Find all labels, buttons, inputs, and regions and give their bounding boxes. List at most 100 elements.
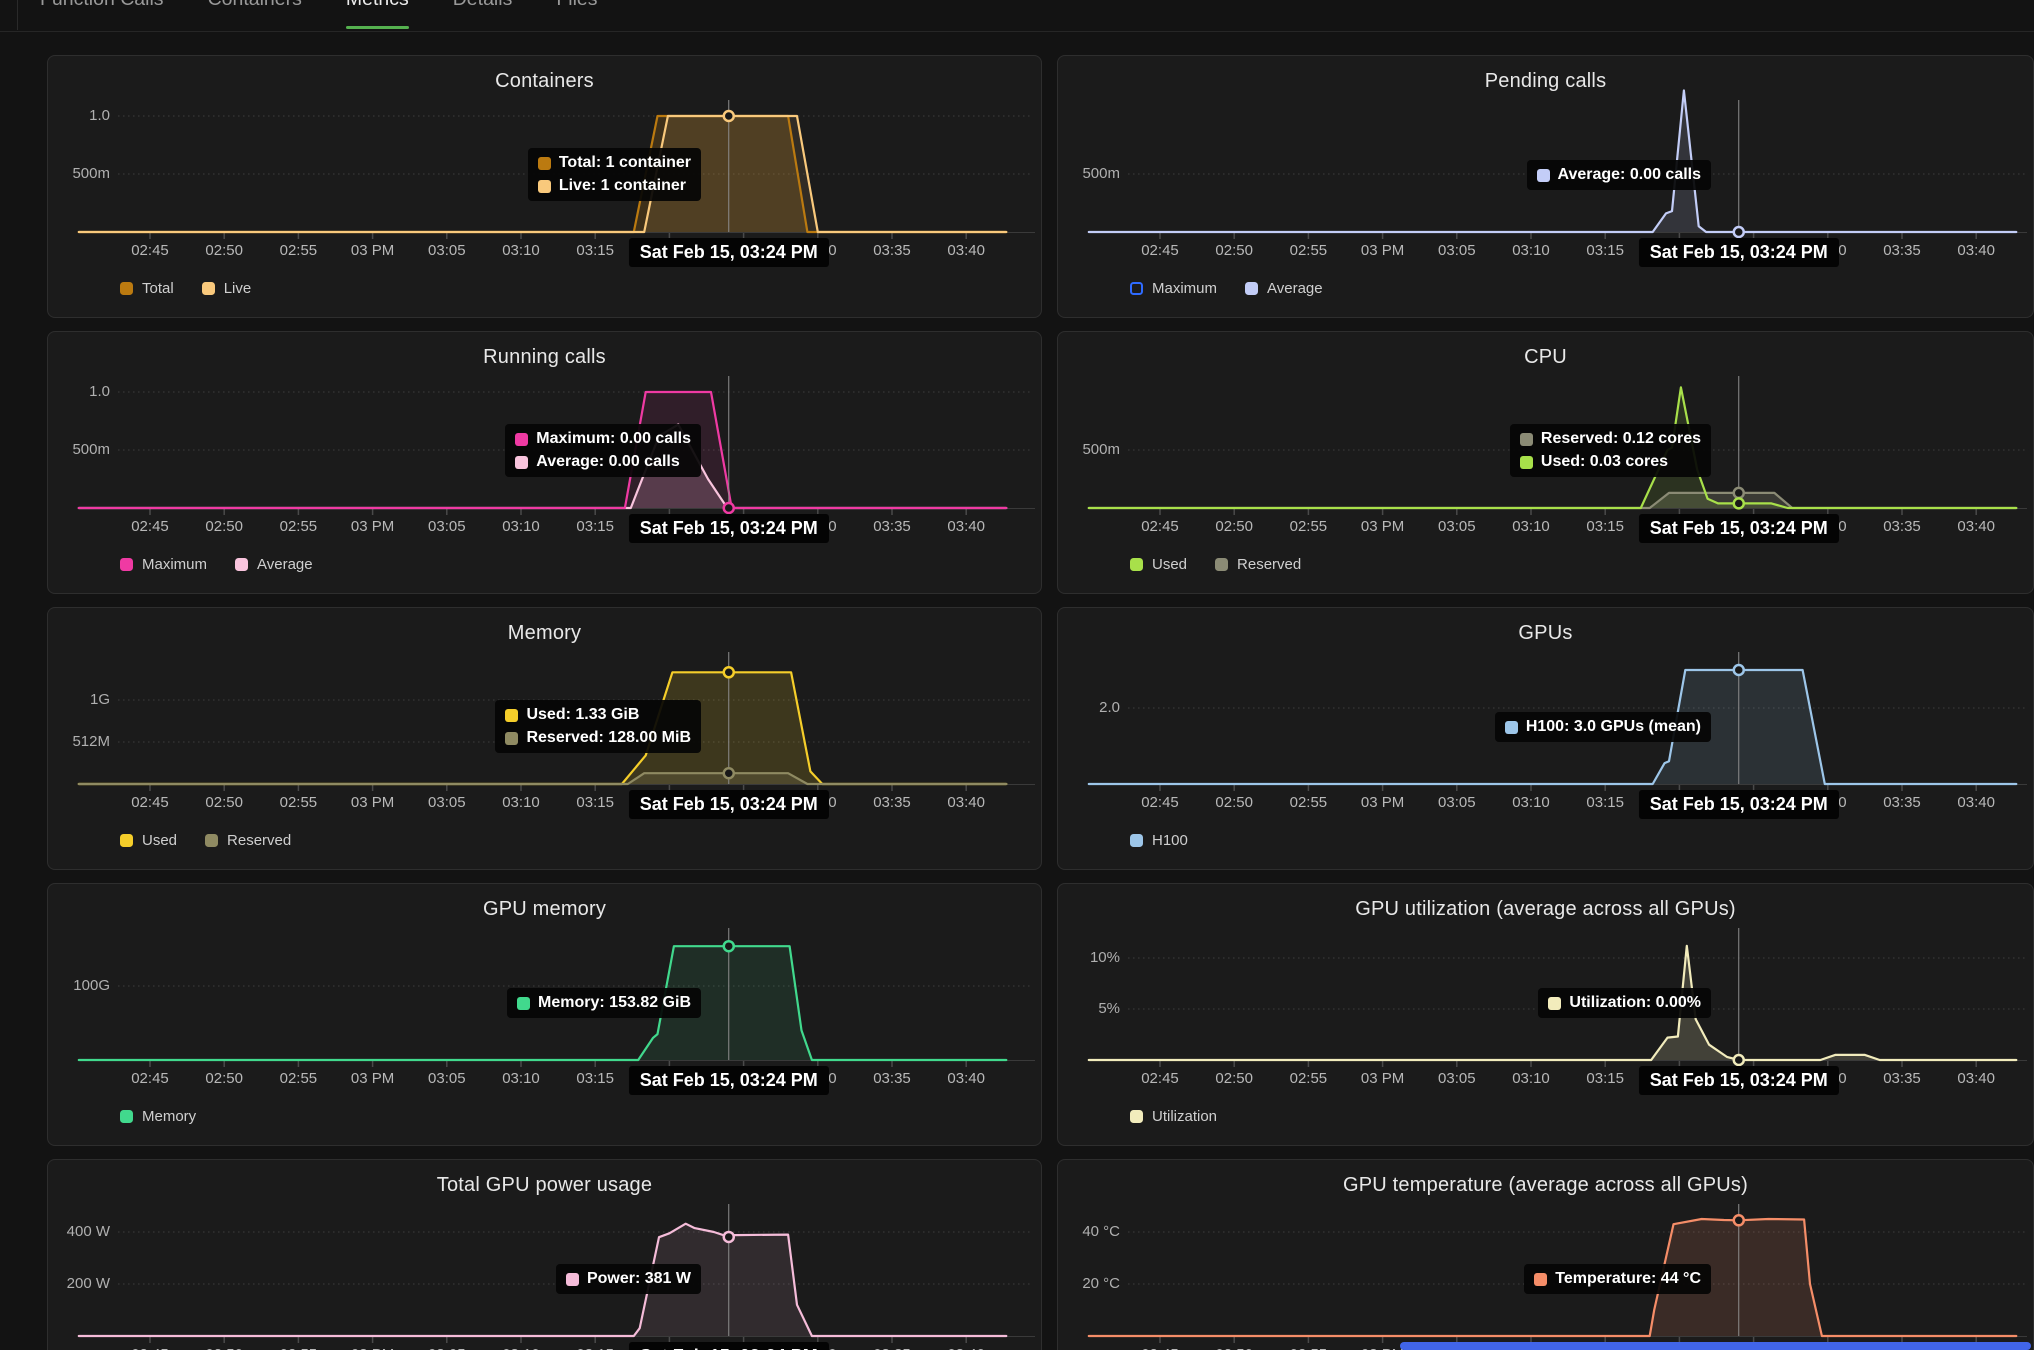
- legend-label: Maximum: [142, 556, 207, 573]
- legend-swatch: [205, 834, 218, 847]
- x-axis-label: 02:55: [266, 1346, 330, 1350]
- tooltip-values: Temperature: 44 °C: [1524, 1264, 1711, 1294]
- x-axis-label: 02:50: [192, 1346, 256, 1350]
- chart-card: Pending calls Sat Feb 15, 03:24 PM Avera…: [1057, 55, 2034, 318]
- tab-files[interactable]: Files: [556, 0, 597, 20]
- chart-plot-area[interactable]: [48, 1160, 1043, 1350]
- tooltip-date: Sat Feb 15, 03:24 PM: [629, 790, 829, 819]
- tooltip-value-text: Total: 1 container: [559, 154, 691, 172]
- legend-item-reserved[interactable]: Reserved: [205, 832, 291, 849]
- x-axis-label: 03:35: [1870, 242, 1934, 259]
- tooltip-value-text: Reserved: 0.12 cores: [1541, 430, 1701, 448]
- x-axis-label: 02:55: [1276, 1070, 1340, 1087]
- chart-card: Containers Sat Feb 15, 03:24 PM Total: 1…: [47, 55, 1042, 318]
- y-axis-label: 500m: [52, 165, 110, 183]
- x-axis-label: 02:50: [1202, 1070, 1266, 1087]
- active-tab-underline: [346, 26, 409, 29]
- legend-label: Total: [142, 280, 174, 297]
- tab-bar: Function Calls Containers Metrics Detail…: [0, 0, 2034, 32]
- legend-swatch: [1245, 282, 1258, 295]
- x-axis-label: 02:55: [266, 242, 330, 259]
- legend-item-total[interactable]: Total: [120, 280, 174, 297]
- legend-item-utilization[interactable]: Utilization: [1130, 1108, 1217, 1125]
- x-axis-label: 03:10: [489, 518, 553, 535]
- legend-item-average[interactable]: Average: [1245, 280, 1323, 297]
- tooltip-value-text: Live: 1 container: [559, 177, 686, 195]
- tooltip-series-swatch: [566, 1273, 579, 1286]
- tab-containers[interactable]: Containers: [208, 0, 302, 20]
- legend-swatch: [1130, 282, 1143, 295]
- y-axis-label: 500m: [52, 441, 110, 459]
- x-axis-label: 03:10: [489, 794, 553, 811]
- x-axis-label: 03:40: [934, 518, 998, 535]
- tooltip-values: Average: 0.00 calls: [1527, 160, 1712, 190]
- chart-card: CPU Sat Feb 15, 03:24 PM Reserved: 0.12 …: [1057, 331, 2034, 594]
- x-axis-label: 03:35: [1870, 794, 1934, 811]
- tooltip-value-row: Reserved: 0.12 cores: [1520, 430, 1701, 448]
- tooltip-series-swatch: [1537, 169, 1550, 182]
- tooltip-series-swatch: [517, 997, 530, 1010]
- legend-label: Reserved: [1237, 556, 1301, 573]
- tooltip-series-swatch: [1548, 997, 1561, 1010]
- x-axis-label: 03:40: [1944, 518, 2008, 535]
- legend-swatch: [1130, 1110, 1143, 1123]
- x-axis-label: 03:15: [563, 794, 627, 811]
- x-axis-label: 02:45: [118, 518, 182, 535]
- x-axis-label: 02:45: [118, 1070, 182, 1087]
- chart-plot-area[interactable]: [1058, 1160, 2034, 1350]
- tooltip-values: Total: 1 container Live: 1 container: [528, 148, 701, 201]
- x-axis-label: 03:40: [934, 1346, 998, 1350]
- legend-label: Average: [257, 556, 313, 573]
- tab-details[interactable]: Details: [453, 0, 513, 20]
- tooltip-value-text: Reserved: 128.00 MiB: [526, 729, 691, 747]
- x-axis-label: 03:35: [1870, 518, 1934, 535]
- legend-item-used[interactable]: Used: [120, 832, 177, 849]
- tooltip-date: Sat Feb 15, 03:24 PM: [629, 1066, 829, 1095]
- tooltip-date: Sat Feb 15, 03:24 PM: [629, 238, 829, 267]
- tooltip-values: Utilization: 0.00%: [1538, 988, 1711, 1018]
- x-axis-label: 02:55: [1276, 242, 1340, 259]
- legend-label: Average: [1267, 280, 1323, 297]
- legend-item-h100[interactable]: H100: [1130, 832, 1188, 849]
- x-axis-label: 02:50: [1202, 518, 1266, 535]
- x-axis-label: 02:50: [192, 1070, 256, 1087]
- tooltip-values: Used: 1.33 GiBReserved: 128.00 MiB: [495, 700, 701, 753]
- tooltip-value-row: Maximum: 0.00 calls: [515, 430, 691, 448]
- horizontal-scrollbar-thumb[interactable]: [1400, 1342, 2031, 1350]
- legend-item-maximum[interactable]: Maximum: [1130, 280, 1217, 297]
- legend-label: Memory: [142, 1108, 196, 1125]
- legend-item-live[interactable]: Live: [202, 280, 252, 297]
- legend-item-memory[interactable]: Memory: [120, 1108, 196, 1125]
- tooltip-value-text: Average: 0.00 calls: [1558, 166, 1702, 184]
- legend-swatch: [1130, 558, 1143, 571]
- x-axis-label: 03:15: [1573, 242, 1637, 259]
- chart-legend: Memory: [120, 1108, 196, 1125]
- x-axis-label: 02:50: [192, 242, 256, 259]
- x-axis-label: 02:45: [1128, 1070, 1192, 1087]
- legend-item-reserved[interactable]: Reserved: [1215, 556, 1301, 573]
- x-axis-label: 02:55: [1276, 518, 1340, 535]
- chart-legend: Maximum Average: [120, 556, 313, 573]
- legend-item-used[interactable]: Used: [1130, 556, 1187, 573]
- x-axis-label: 03:40: [934, 242, 998, 259]
- y-axis-label: 200 W: [52, 1275, 110, 1293]
- legend-item-average[interactable]: Average: [235, 556, 313, 573]
- tooltip-series-swatch: [505, 709, 518, 722]
- chart-legend: Used Reserved: [1130, 556, 1301, 573]
- y-axis-label: 1.0: [52, 107, 110, 125]
- x-axis-label: 03:10: [1499, 794, 1563, 811]
- x-axis-label: 03:15: [563, 518, 627, 535]
- tooltip-date: Sat Feb 15, 03:24 PM: [1639, 1066, 1839, 1095]
- tab-metrics[interactable]: Metrics: [346, 0, 409, 20]
- legend-label: Utilization: [1152, 1108, 1217, 1125]
- x-axis-label: 03:35: [1870, 1070, 1934, 1087]
- tooltip-value-row: Live: 1 container: [538, 177, 691, 195]
- tooltip-date: Sat Feb 15, 03:24 PM: [629, 1342, 829, 1350]
- tab-function-calls[interactable]: Function Calls: [40, 0, 164, 20]
- x-axis-label: 03:10: [1499, 242, 1563, 259]
- chart-card: GPU utilization (average across all GPUs…: [1057, 883, 2034, 1146]
- y-axis-label: 5%: [1062, 1000, 1120, 1018]
- tooltip-series-swatch: [1520, 433, 1533, 446]
- legend-item-maximum[interactable]: Maximum: [120, 556, 207, 573]
- y-axis-label: 500m: [1062, 165, 1120, 183]
